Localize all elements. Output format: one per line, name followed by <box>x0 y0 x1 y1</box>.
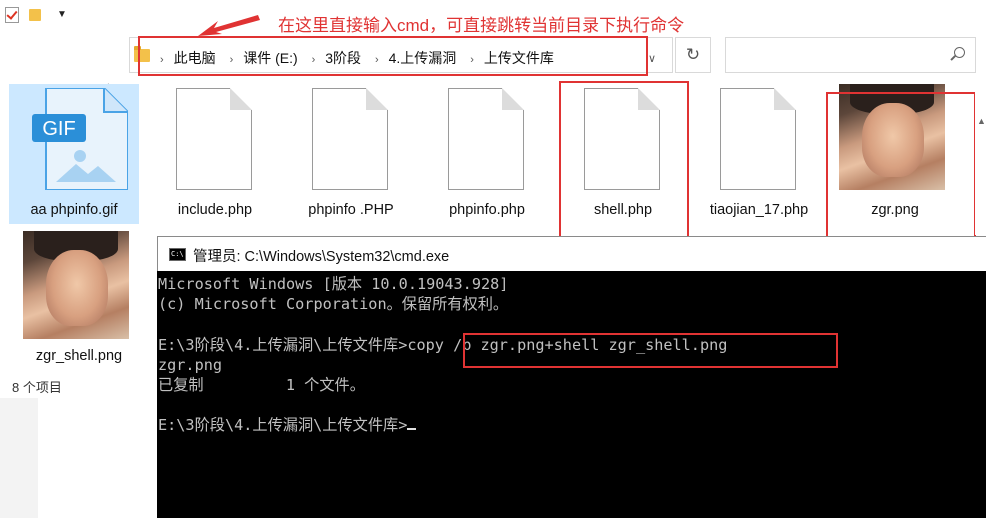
file-item-phpinfo-php[interactable]: phpinfo.php <box>422 84 552 224</box>
gif-badge-label: GIF <box>42 118 75 140</box>
terminal-line: (c) Microsoft Corporation。保留所有权利。 <box>158 295 509 314</box>
cmd-title-bar[interactable]: C:\ 管理员: C:\Windows\System32\cmd.exe <box>157 236 986 271</box>
file-item-include-php[interactable]: include.php <box>150 84 280 224</box>
shell-php-highlight-box <box>559 81 689 240</box>
search-icon <box>954 47 965 58</box>
cmd-window-title: 管理员: C:\Windows\System32\cmd.exe <box>193 249 450 265</box>
search-input[interactable] <box>725 37 976 73</box>
document-icon <box>312 88 388 190</box>
cmd-window[interactable]: C:\ 管理员: C:\Windows\System32\cmd.exe Mic… <box>157 236 986 518</box>
file-item-tiaojian-17-php[interactable]: tiaojian_17.php <box>694 84 824 224</box>
copy-command-highlight-box <box>463 333 838 368</box>
file-item-aa-phpinfo-gif[interactable]: GIF aa phpinfo.gif <box>9 84 139 224</box>
status-bar-item-count: 8 个项目 <box>12 380 62 395</box>
document-icon <box>448 88 524 190</box>
file-item-phpinfo-PHP[interactable]: phpinfo .PHP <box>286 84 416 224</box>
file-name: phpinfo .PHP <box>308 202 394 218</box>
file-name: zgr_shell.png <box>35 348 123 364</box>
file-name: include.php <box>177 202 253 218</box>
image-thumbnail <box>23 231 129 339</box>
address-highlight-box <box>138 36 648 76</box>
cmd-app-icon: C:\ <box>169 248 186 261</box>
file-name: phpinfo.php <box>449 202 525 218</box>
gif-file-icon: GIF <box>32 88 128 190</box>
zgr-png-highlight-box <box>826 92 976 254</box>
refresh-button[interactable]: ↻ <box>675 37 711 73</box>
vertical-scrollbar[interactable]: ▲ <box>975 80 986 235</box>
file-name: tiaojian_17.php <box>709 202 809 218</box>
file-name: aa phpinfo.gif <box>30 202 118 218</box>
document-icon <box>176 88 252 190</box>
text-cursor <box>407 428 417 431</box>
address-history-chevron-icon[interactable]: ∨ <box>648 52 656 65</box>
file-item-zgr-shell-png[interactable]: zgr_shell.png <box>14 228 144 368</box>
terminal-line: 已复制 1 个文件。 <box>158 375 365 394</box>
scroll-up-icon[interactable]: ▲ <box>977 116 986 126</box>
properties-check-icon[interactable] <box>5 7 19 23</box>
terminal-prompt: E:\3阶段\4.上传漏洞\上传文件库> <box>158 416 408 435</box>
new-folder-icon[interactable] <box>29 9 41 21</box>
background-window-edge <box>0 398 38 518</box>
terminal-line: Microsoft Windows [版本 10.0.19043.928] <box>158 275 509 293</box>
document-icon <box>720 88 796 190</box>
customize-toolbar-dropdown-icon[interactable]: ▼ <box>57 9 67 20</box>
